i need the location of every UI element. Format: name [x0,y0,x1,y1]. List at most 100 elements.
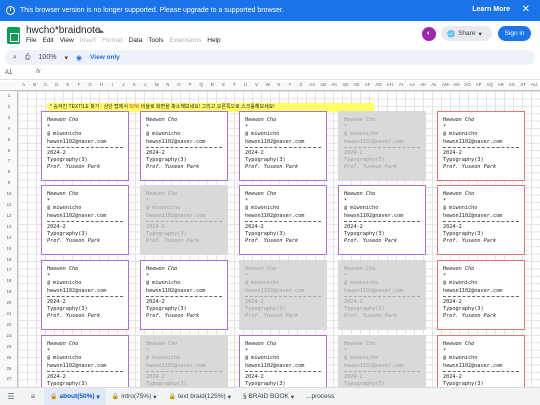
menu-tools[interactable]: Tools [148,37,163,44]
cloud-status-icon[interactable]: ☁ [96,26,104,35]
row-label[interactable]: 5 [0,137,18,142]
column-label[interactable]: T [229,82,240,87]
row-label[interactable]: 13 [0,224,18,229]
column-label[interactable]: I [107,82,118,87]
share-button[interactable]: 🌐 Share ▾ [441,26,492,41]
row-label[interactable]: 26 [0,366,18,371]
sign-in-button[interactable]: Sign in [498,26,531,41]
column-label[interactable]: Z [296,82,307,87]
column-label[interactable]: R [207,82,218,87]
row-label[interactable]: 25 [0,355,18,360]
chevron-down-icon[interactable]: ▾ [64,54,68,62]
column-label[interactable]: AI [395,82,406,87]
learn-more-link[interactable]: Learn More [472,6,510,13]
column-label[interactable]: Q [196,82,207,87]
column-label[interactable]: AF [362,82,373,87]
column-label[interactable]: AQ [484,82,495,87]
contact-card[interactable]: Heewon Cho * @ miwonicho hewon1102@naver.co… [338,335,426,387]
row-label[interactable]: 14 [0,235,18,240]
row-label[interactable]: 3 [0,115,18,120]
column-label[interactable]: AJ [407,82,418,87]
print-icon[interactable]: ⎙ [25,54,31,62]
column-label[interactable]: AL [429,82,440,87]
all-sheets-icon[interactable]: ≡ [22,392,44,401]
row-label[interactable]: 21 [0,311,18,316]
row-label[interactable]: 12 [0,213,18,218]
sheet-grid[interactable]: A B C D E F G H I J K L M N O P Q R S T U V W X Y Z AA AB AC AD AE AF AG… [0,81,540,387]
contact-card[interactable]: Heewon Cho * @ miwonicho hewon1102@naver.co… [140,185,228,255]
column-label[interactable]: S [218,82,229,87]
row-label[interactable]: 1 [0,93,18,98]
contact-card[interactable]: Heewon Cho * @ miwonicho hewon1102@naver.co… [41,185,129,255]
row-label[interactable]: 16 [0,257,18,262]
menu-extensions[interactable]: Extensions [169,37,201,44]
column-label[interactable]: B [29,82,40,87]
row-label[interactable]: 15 [0,246,18,251]
menu-view[interactable]: View [60,37,74,44]
column-label[interactable]: AR [495,82,506,87]
row-label[interactable]: 2 [0,104,18,109]
row-label[interactable]: 9 [0,180,18,185]
column-label[interactable]: D [51,82,62,87]
column-label[interactable]: X [273,82,284,87]
column-label[interactable]: AD [340,82,351,87]
column-label[interactable]: AA [307,82,318,87]
menu-insert[interactable]: Insert [80,37,96,44]
column-label[interactable]: N [162,82,173,87]
search-icon[interactable]: ⌕ [13,54,17,62]
contact-card[interactable]: Heewon Cho * @ miwonicho hewon1102@naver.co… [338,111,426,181]
contact-card[interactable]: Heewon Cho * @ miwonicho hewon1102@naver.co… [437,335,525,387]
column-label[interactable]: E [62,82,73,87]
column-label[interactable]: AC [329,82,340,87]
contact-card[interactable]: Heewon Cho * @ miwonicho hewon1102@naver.co… [239,111,327,181]
row-label[interactable]: 6 [0,148,18,153]
contact-card[interactable]: Heewon Cho * @ miwonicho hewon1102@naver.co… [239,185,327,255]
contact-card[interactable]: Heewon Cho * @ miwonicho hewon1102@naver.co… [338,185,426,255]
contact-card[interactable]: Heewon Cho * @ miwonicho hewon1102@naver.co… [41,260,129,330]
row-label[interactable]: 17 [0,267,18,272]
menu-file[interactable]: File [26,37,36,44]
column-label[interactable]: AG [373,82,384,87]
column-label[interactable]: AK [418,82,429,87]
row-label[interactable]: 22 [0,322,18,327]
column-label[interactable]: Y [284,82,295,87]
contact-card[interactable]: Heewon Cho * @ miwonicho hewon1102@naver.co… [338,260,426,330]
sheets-logo-icon[interactable] [7,27,20,44]
row-label[interactable]: 19 [0,289,18,294]
column-label[interactable]: P [185,82,196,87]
contact-card[interactable]: Heewon Cho * @ miwonicho hewon1102@naver.co… [239,335,327,387]
column-label[interactable]: AP [473,82,484,87]
menu-format[interactable]: Format [102,37,123,44]
column-label[interactable]: AM [440,82,451,87]
column-label[interactable]: AS [506,82,517,87]
column-label[interactable]: O [173,82,184,87]
column-label[interactable]: U [240,82,251,87]
column-label[interactable]: AE [351,82,362,87]
row-label[interactable]: 7 [0,158,18,163]
menu-data[interactable]: Data [129,37,143,44]
tab-intro[interactable]: 🔒 intro(75%) ▾ [106,388,163,405]
column-label[interactable]: C [40,82,51,87]
view-only-button[interactable]: View only [90,54,120,61]
tab-process[interactable]: ...process [300,388,340,405]
contact-card[interactable]: Heewon Cho * @ miwonicho hewon1102@naver.co… [140,260,228,330]
column-label[interactable]: L [140,82,151,87]
column-label[interactable]: AO [462,82,473,87]
contact-card[interactable]: Heewon Cho * @ miwonicho hewon1102@naver.co… [41,111,129,181]
column-label[interactable]: G [85,82,96,87]
contact-card[interactable]: Heewon Cho * @ miwonicho hewon1102@naver.co… [239,260,327,330]
column-label[interactable]: K [129,82,140,87]
contact-card[interactable]: Heewon Cho * @ miwonicho hewon1102@naver.co… [437,260,525,330]
column-label[interactable]: W [262,82,273,87]
row-label[interactable]: 11 [0,202,18,207]
contact-card[interactable]: Heewon Cho * @ miwonicho hewon1102@naver.co… [140,111,228,181]
row-label[interactable]: 4 [0,126,18,131]
row-label[interactable]: 18 [0,278,18,283]
tab-braid-book[interactable]: § BRAID BOOK ▾ [237,388,300,405]
contact-card[interactable]: Heewon Cho * @ miwonicho hewon1102@naver.co… [437,111,525,181]
contact-card[interactable]: Heewon Cho * @ miwonicho hewon1102@naver.co… [437,185,525,255]
row-label[interactable]: 8 [0,169,18,174]
column-label[interactable]: V [251,82,262,87]
cell-grid[interactable]: * 숭겨진 TEXTILE 찾기 : 상단 탭에서 50% 비율로 화면을 축소… [18,91,540,387]
name-box[interactable]: A1 [5,70,12,76]
